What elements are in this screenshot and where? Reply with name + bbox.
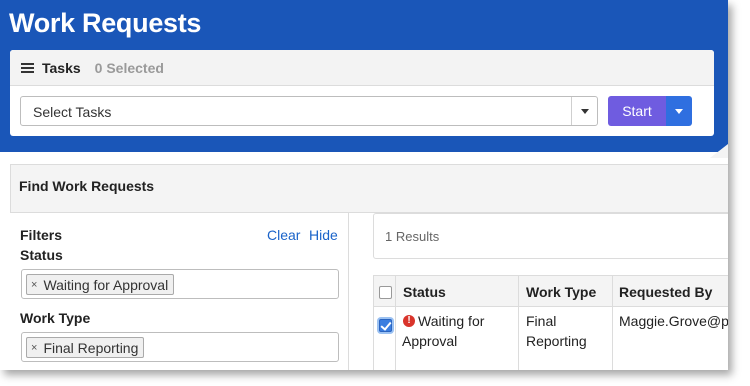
work-type-filter-input[interactable]: × Final Reporting [21,332,339,362]
status-filter-label: Status [20,247,63,263]
start-dropdown-toggle[interactable] [666,96,692,126]
start-button[interactable]: Start [608,96,666,126]
row-requested-by-cell: Maggie.Grove@p [613,307,728,370]
results-summary: 1 Results [373,213,728,259]
remove-chip-icon[interactable]: × [31,279,37,291]
row-work-type-line2: Reporting [526,333,587,349]
select-all-cell [374,276,396,306]
row-select-cell [374,307,396,370]
select-all-checkbox[interactable] [379,286,392,299]
results-count: 1 Results [385,229,440,244]
row-checkbox[interactable] [379,319,392,332]
filters-sidebar: Filters Clear Hide Status × Waiting for … [10,213,349,370]
filters-title: Filters [20,227,63,243]
work-type-filter-label: Work Type [20,310,91,326]
remove-chip-icon[interactable]: × [31,342,37,354]
row-work-type-line1: Final [526,313,557,329]
table-row[interactable]: ! Waiting for Approval Final Reporting M… [374,307,728,370]
row-status-cell: ! Waiting for Approval [396,307,519,370]
row-requested-by[interactable]: Maggie.Grove@p [619,311,728,331]
warning-icon: ! [403,315,415,327]
find-work-requests-panel: Find Work Requests Filters Clear Hide St… [10,164,728,370]
page-header: Work Requests Tasks 0 Selected Select Ta… [0,0,728,152]
row-status-line1: Waiting for [418,313,485,329]
column-header-status[interactable]: Status [396,276,519,306]
row-status-line2: Approval [402,333,458,349]
column-header-requested-by[interactable]: Requested By [613,276,728,306]
tasks-selected-count: 0 Selected [94,59,164,76]
work-type-filter-chip: × Final Reporting [26,337,145,358]
clear-filters-link[interactable]: Clear [267,227,300,243]
hide-filters-link[interactable]: Hide [309,227,338,243]
work-type-chip-label: Final Reporting [43,339,139,356]
tasks-panel-header: Tasks 0 Selected [10,50,714,86]
tasks-title: Tasks [42,59,81,76]
status-filter-chip: × Waiting for Approval [26,274,175,295]
header-notch [710,144,728,158]
table-header: Status Work Type Requested By [374,276,728,307]
list-icon [21,62,34,73]
row-work-type-cell: Final Reporting [519,307,613,370]
select-tasks-placeholder: Select Tasks [33,104,112,120]
find-panel-title: Find Work Requests [11,165,728,213]
status-chip-label: Waiting for Approval [43,276,169,293]
app-window: Work Requests Tasks 0 Selected Select Ta… [0,0,728,370]
page-title: Work Requests [9,8,202,38]
select-tasks-dropdown[interactable]: Select Tasks [20,96,598,126]
status-filter-input[interactable]: × Waiting for Approval [21,269,339,299]
chevron-down-icon[interactable] [571,97,597,125]
column-header-work-type[interactable]: Work Type [519,276,613,306]
results-table: Status Work Type Requested By ! Waiting … [373,275,728,370]
tasks-panel: Tasks 0 Selected Select Tasks Start [10,50,714,136]
